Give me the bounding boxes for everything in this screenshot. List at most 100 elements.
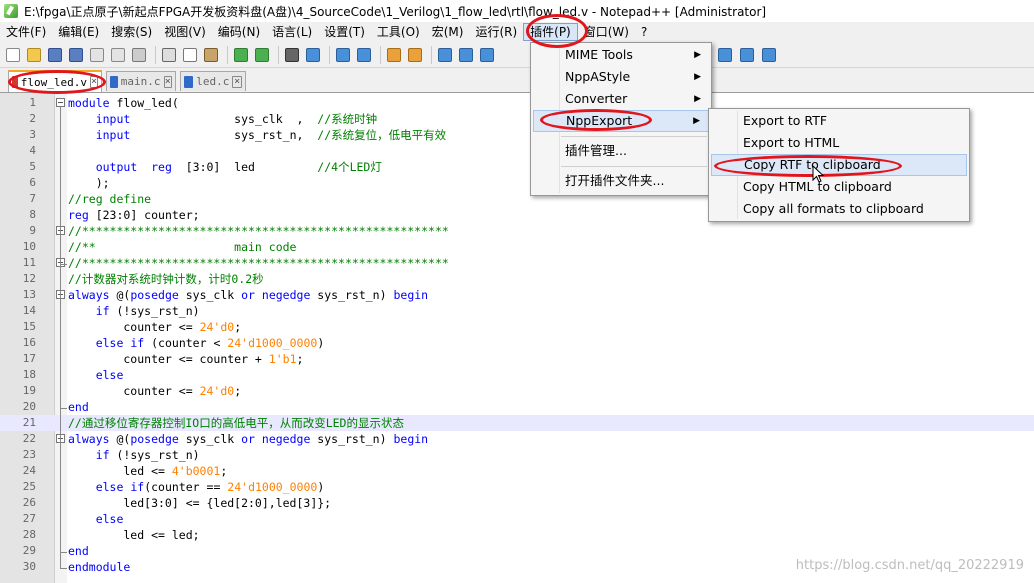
line-number: 10 xyxy=(22,240,36,253)
save-button[interactable] xyxy=(46,46,64,64)
fold-end xyxy=(60,255,67,265)
save-all-button[interactable] xyxy=(67,46,85,64)
line-number: 3 xyxy=(29,128,36,141)
code-line[interactable]: 11 //************************************… xyxy=(0,255,1034,271)
menu-3[interactable]: 视图(V) xyxy=(158,23,212,41)
code-line[interactable]: 25 else if(counter == 24'd1000_0000) xyxy=(0,479,1034,495)
code-line[interactable]: 19 counter <= 24'd0; xyxy=(0,383,1034,399)
menu-item-export-html[interactable]: Export to HTML xyxy=(711,132,967,154)
menu-0[interactable]: 文件(F) xyxy=(0,23,52,41)
line-number: 21 xyxy=(22,416,36,429)
word-wrap-button[interactable] xyxy=(436,46,454,64)
replace-button[interactable] xyxy=(304,46,322,64)
code-line[interactable]: 26 led[3:0] <= {led[2:0],led[3]}; xyxy=(0,495,1034,511)
code-line[interactable]: 14 if (!sys_rst_n) xyxy=(0,303,1034,319)
code-line[interactable]: 13 always @(posedge sys_clk or negedge sy… xyxy=(0,287,1034,303)
redo-button[interactable] xyxy=(253,46,271,64)
show-all-chars-button[interactable] xyxy=(457,46,475,64)
close-icon[interactable]: × xyxy=(89,76,98,88)
zoom-out-button[interactable] xyxy=(355,46,373,64)
menu-1[interactable]: 编辑(E) xyxy=(52,23,105,41)
undo-button[interactable] xyxy=(232,46,250,64)
code-text: else xyxy=(95,368,124,382)
menu-4[interactable]: 编码(N) xyxy=(212,23,266,41)
fold-toggle-icon[interactable] xyxy=(56,98,65,107)
code-text: //** main code xyxy=(68,240,297,254)
close-all-button[interactable] xyxy=(109,46,127,64)
menu-5[interactable]: 语言(L) xyxy=(266,23,318,41)
find-icon xyxy=(285,47,299,62)
open-file-button[interactable] xyxy=(25,46,43,64)
new-file-button[interactable] xyxy=(4,46,22,64)
line-number: 24 xyxy=(22,464,36,477)
fold-guide xyxy=(60,299,61,407)
menu-12[interactable]: ? xyxy=(635,23,653,41)
menu-8[interactable]: 宏(M) xyxy=(426,23,470,41)
menu-item-copy-html[interactable]: Copy HTML to clipboard xyxy=(711,176,967,198)
code-line[interactable]: 12 //计数器对系统时钟计数，计时0.2秒 xyxy=(0,271,1034,287)
menu-separator xyxy=(561,136,707,137)
code-line[interactable]: 10 //** main code xyxy=(0,239,1034,255)
menu-7[interactable]: 工具(O) xyxy=(371,23,426,41)
menu-item-export-rtf[interactable]: Export to RTF xyxy=(711,110,967,132)
toolbar xyxy=(0,42,1034,68)
menu-item-plugin-admin[interactable]: 插件管理... xyxy=(533,140,709,162)
paste-button[interactable] xyxy=(202,46,220,64)
menu-item-copy-all-formats[interactable]: Copy all formats to clipboard xyxy=(711,198,967,220)
close-icon[interactable]: × xyxy=(163,75,172,88)
line-number: 12 xyxy=(22,272,36,285)
code-line[interactable]: 16 else if (counter < 24'd1000_0000) xyxy=(0,335,1034,351)
code-text: counter <= 24'd0; xyxy=(68,384,242,398)
code-line[interactable]: 15 counter <= 24'd0; xyxy=(0,319,1034,335)
paste-icon xyxy=(204,47,218,62)
tab-main-c[interactable]: main.c × xyxy=(106,71,176,91)
code-line[interactable]: 20 end xyxy=(0,399,1034,415)
code-text: led[3:0] <= {led[2:0],led[3]}; xyxy=(68,496,332,510)
code-line[interactable]: 22 always @(posedge sys_clk or negedge sy… xyxy=(0,431,1034,447)
sync-h-button[interactable] xyxy=(406,46,424,64)
menu-item-open-plugins-folder[interactable]: 打开插件文件夹... xyxy=(533,170,709,192)
code-line[interactable]: 27 else xyxy=(0,511,1034,527)
code-line[interactable]: 21 //通过移位寄存器控制IO口的高低电平，从而改变LED的显示状态 xyxy=(0,415,1034,431)
code-line[interactable]: 28 led <= led; xyxy=(0,527,1034,543)
mouse-pointer-icon xyxy=(812,165,824,183)
menu-item-converter[interactable]: Converter ▶ xyxy=(533,88,709,110)
code-line[interactable]: 24 led <= 4'b0001; xyxy=(0,463,1034,479)
code-line[interactable]: 17 counter <= counter + 1'b1; xyxy=(0,351,1034,367)
print-button[interactable] xyxy=(130,46,148,64)
indent-guide-button[interactable] xyxy=(478,46,496,64)
menu-item-nppastyle[interactable]: NppAStyle ▶ xyxy=(533,66,709,88)
print-icon xyxy=(132,47,146,62)
close-all-icon xyxy=(111,47,125,62)
code-text: if (!sys_rst_n) xyxy=(95,448,200,462)
menu-10[interactable]: 插件(P) xyxy=(523,23,578,41)
sync-v-button[interactable] xyxy=(385,46,403,64)
code-line[interactable]: 29 end xyxy=(0,543,1034,559)
macro-save-button[interactable] xyxy=(760,46,778,64)
menu-item-copy-rtf[interactable]: Copy RTF to clipboard xyxy=(711,154,967,176)
code-text: reg [23:0] counter; xyxy=(68,208,200,222)
close-button[interactable] xyxy=(88,46,106,64)
menu-item-mime-tools[interactable]: MIME Tools ▶ xyxy=(533,44,709,66)
menu-2[interactable]: 搜索(S) xyxy=(105,23,158,41)
find-button[interactable] xyxy=(283,46,301,64)
cut-button[interactable] xyxy=(160,46,178,64)
menu-9[interactable]: 运行(R) xyxy=(469,23,523,41)
line-number: 4 xyxy=(29,144,36,157)
submenu-arrow-icon: ▶ xyxy=(694,94,701,104)
menu-11[interactable]: 窗口(W) xyxy=(578,23,635,41)
copy-button[interactable] xyxy=(181,46,199,64)
zoom-in-button[interactable] xyxy=(334,46,352,64)
code-line[interactable]: 23 if (!sys_rst_n) xyxy=(0,447,1034,463)
code-line[interactable]: 18 else xyxy=(0,367,1034,383)
tab-led-c[interactable]: led.c × xyxy=(180,71,246,91)
tab-label: led.c xyxy=(196,75,230,88)
macro-play-button[interactable] xyxy=(716,46,734,64)
menu-item-nppexport[interactable]: NppExport ▶ xyxy=(533,110,709,132)
macro-run-button[interactable] xyxy=(738,46,756,64)
code-line[interactable]: 9 //*************************************… xyxy=(0,223,1034,239)
menu-separator xyxy=(561,166,707,167)
tab-flow-led[interactable]: flow_led.v × xyxy=(8,70,102,92)
close-icon[interactable]: × xyxy=(232,75,242,88)
menu-6[interactable]: 设置(T) xyxy=(318,23,371,41)
